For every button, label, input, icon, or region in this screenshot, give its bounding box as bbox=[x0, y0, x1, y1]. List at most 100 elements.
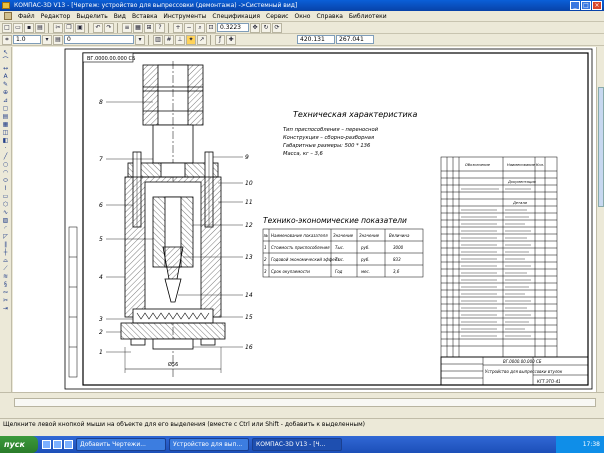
menu-item-8[interactable]: Окно bbox=[294, 13, 310, 20]
vertical-scrollbar[interactable] bbox=[596, 47, 604, 392]
explorer-icon[interactable] bbox=[64, 440, 73, 449]
ortho-icon[interactable]: ⊥ bbox=[175, 34, 185, 45]
equidistant-icon[interactable]: ≋ bbox=[1, 273, 10, 280]
menu-item-6[interactable]: Спецификация bbox=[212, 13, 260, 20]
copy-icon[interactable]: ❐ bbox=[64, 22, 74, 33]
callout-3: 3 bbox=[99, 316, 103, 323]
paste-icon[interactable]: ▣ bbox=[75, 22, 85, 33]
browser-icon[interactable] bbox=[53, 440, 62, 449]
extend-icon[interactable]: ⇥ bbox=[1, 305, 10, 312]
properties-icon[interactable]: ≡ bbox=[122, 22, 132, 33]
zoom-in-icon[interactable]: + bbox=[173, 22, 183, 33]
menu-item-3[interactable]: Вид bbox=[114, 13, 126, 20]
task-button-1[interactable]: Добавить Чертежи... bbox=[76, 438, 166, 451]
state-icon[interactable]: ⌗ bbox=[2, 34, 12, 45]
bezier-icon[interactable]: § bbox=[1, 281, 10, 288]
open-file-icon[interactable]: ▭ bbox=[13, 22, 23, 33]
grid-icon[interactable]: # bbox=[164, 34, 174, 45]
parametric-icon[interactable]: ƒ bbox=[215, 34, 225, 45]
cut-icon[interactable]: ✂ bbox=[53, 22, 63, 33]
offset-icon[interactable]: ∥ bbox=[1, 241, 10, 248]
zoom-fit-icon[interactable]: ⊡ bbox=[206, 22, 216, 33]
tree-icon[interactable]: ⊞ bbox=[144, 22, 154, 33]
ellipse-icon[interactable]: ⬭ bbox=[1, 177, 10, 184]
dimensions-icon[interactable]: ↔ bbox=[1, 65, 10, 72]
drawing-canvas[interactable]: ВГ.0000.00.000 СБ Ø56 1 2 3 4 5 6 7 8 9 … bbox=[13, 47, 596, 392]
layer-select[interactable]: 0 bbox=[64, 35, 134, 44]
start-button[interactable]: пуск bbox=[0, 436, 38, 453]
nurbs-icon[interactable]: ∾ bbox=[1, 289, 10, 296]
menu-item-5[interactable]: Инструменты bbox=[163, 13, 206, 20]
manager-icon[interactable]: ▦ bbox=[133, 22, 143, 33]
menu-item-2[interactable]: Выделить bbox=[76, 13, 107, 20]
edit-icon[interactable]: ✎ bbox=[1, 81, 10, 88]
menu-item-4[interactable]: Вставка bbox=[132, 13, 157, 20]
dropdown-icon[interactable]: ▾ bbox=[42, 34, 52, 45]
report-icon[interactable]: ▦ bbox=[1, 121, 10, 128]
aux-line-icon[interactable]: ⟋ bbox=[1, 265, 10, 272]
svg-text:833: 833 bbox=[393, 257, 401, 262]
view-scale-select[interactable]: 1.0 bbox=[13, 35, 41, 44]
menu-item-7[interactable]: Сервис bbox=[266, 13, 288, 20]
layer-icon[interactable]: ▤ bbox=[53, 34, 63, 45]
minimize-button[interactable]: _ bbox=[570, 1, 580, 10]
cursor-x-field[interactable]: 420.131 bbox=[297, 35, 335, 44]
undo-icon[interactable]: ↶ bbox=[93, 22, 103, 33]
task-button-2[interactable]: Устройство для вып... bbox=[169, 438, 249, 451]
polyline-icon[interactable]: ⌇ bbox=[1, 185, 10, 192]
segment-icon[interactable]: ╱ bbox=[1, 153, 10, 160]
desktop-icon[interactable] bbox=[42, 440, 51, 449]
svg-text:Значение: Значение bbox=[333, 233, 354, 238]
help-icon[interactable]: ? bbox=[155, 22, 165, 33]
style-icon[interactable]: ▥ bbox=[153, 34, 163, 45]
polygon-icon[interactable]: ⬡ bbox=[1, 201, 10, 208]
cut-line-icon[interactable]: ✂ bbox=[1, 297, 10, 304]
zoom-out-icon[interactable]: − bbox=[184, 22, 194, 33]
measure-icon[interactable]: ⊿ bbox=[1, 97, 10, 104]
svg-text:руб.: руб. bbox=[360, 257, 370, 262]
close-button[interactable]: × bbox=[592, 1, 602, 10]
dropdown-icon[interactable]: ▾ bbox=[135, 34, 145, 45]
zoom-scale-field[interactable]: 0.3223 bbox=[217, 23, 249, 32]
param-icon[interactable]: ⊕ bbox=[1, 89, 10, 96]
spec-icon[interactable]: ▤ bbox=[1, 113, 10, 120]
fragment-icon[interactable]: ◧ bbox=[1, 137, 10, 144]
select-icon[interactable]: ↖ bbox=[1, 49, 10, 56]
task-button-3[interactable]: КОМПАС-3D V13 - [Ч... bbox=[252, 438, 342, 451]
status-gap bbox=[0, 429, 604, 436]
rect-icon[interactable]: ▭ bbox=[1, 193, 10, 200]
cursor-y-field[interactable]: 267.041 bbox=[336, 35, 374, 44]
menu-item-0[interactable]: Файл bbox=[18, 13, 35, 20]
snap-icon[interactable]: ✦ bbox=[186, 34, 196, 45]
hatch-icon[interactable]: ▨ bbox=[1, 217, 10, 224]
pan-icon[interactable]: ✥ bbox=[250, 22, 260, 33]
menu-item-9[interactable]: Справка bbox=[316, 13, 342, 20]
rotate-icon[interactable]: ⟳ bbox=[272, 22, 282, 33]
circle-icon[interactable]: ○ bbox=[1, 161, 10, 168]
select-mode-icon[interactable]: ▢ bbox=[1, 105, 10, 112]
new-file-icon[interactable]: □ bbox=[2, 22, 12, 33]
axis-icon[interactable]: ┼ bbox=[1, 249, 10, 256]
contour-icon[interactable]: ⌓ bbox=[1, 257, 10, 264]
spline-icon[interactable]: ∿ bbox=[1, 209, 10, 216]
redo-icon[interactable]: ↷ bbox=[104, 22, 114, 33]
geometry-icon[interactable]: ⌒ bbox=[1, 57, 10, 64]
svg-text:Годовой экономический эффект: Годовой экономический эффект bbox=[271, 257, 340, 262]
fillet-icon[interactable]: ◜ bbox=[1, 225, 10, 232]
notation-icon[interactable]: A bbox=[1, 73, 10, 80]
menu-item-10[interactable]: Библиотеки bbox=[349, 13, 387, 20]
cursor-icon[interactable]: ✚ bbox=[226, 34, 236, 45]
arc-icon[interactable]: ◠ bbox=[1, 169, 10, 176]
scrollbar-thumb[interactable] bbox=[598, 87, 604, 207]
refresh-icon[interactable]: ↻ bbox=[261, 22, 271, 33]
menu-item-1[interactable]: Редактор bbox=[41, 13, 71, 20]
save-icon[interactable]: ▪ bbox=[24, 22, 34, 33]
insert-icon[interactable]: ◫ bbox=[1, 129, 10, 136]
point-icon[interactable]: · bbox=[1, 145, 10, 152]
local-cs-icon[interactable]: ↗ bbox=[197, 34, 207, 45]
chamfer-icon[interactable]: ◸ bbox=[1, 233, 10, 240]
properties-bar[interactable] bbox=[14, 398, 596, 407]
zoom-window-icon[interactable]: ⌕ bbox=[195, 22, 205, 33]
maximize-button[interactable]: □ bbox=[581, 1, 591, 10]
print-icon[interactable]: ▤ bbox=[35, 22, 45, 33]
